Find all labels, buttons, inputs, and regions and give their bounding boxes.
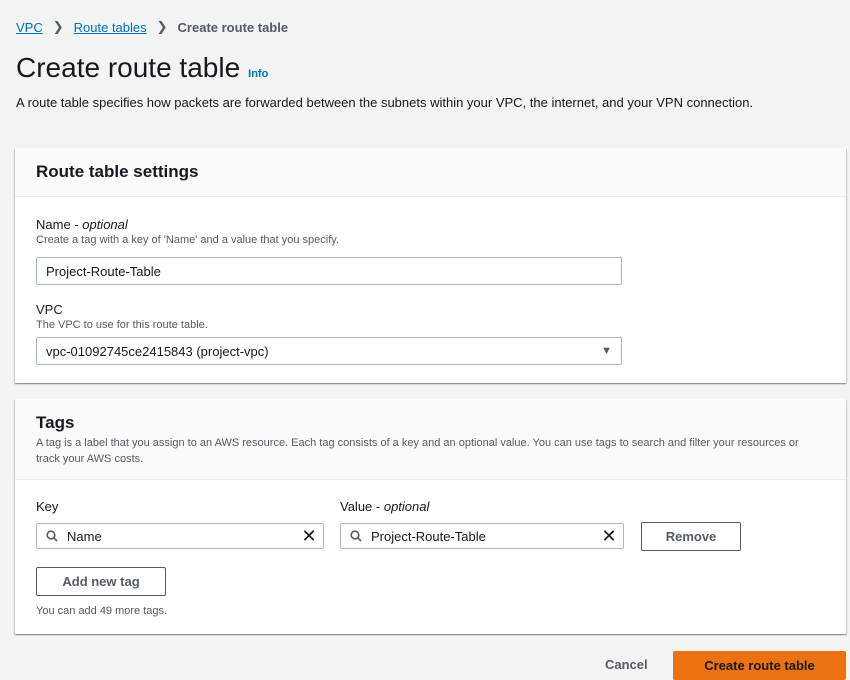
tags-remaining-text: You can add 49 more tags. <box>36 605 168 617</box>
tags-header: Tags A tag is a label that you assign to… <box>15 399 846 480</box>
chevron-right-icon: ❯ <box>52 19 64 34</box>
vpc-label: VPC <box>36 302 63 317</box>
page-title: Create route table <box>16 52 241 83</box>
name-field-group: Name - optional Create a tag with a key … <box>36 217 339 246</box>
vpc-description: The VPC to use for this route table. <box>36 319 208 331</box>
route-table-settings-panel: Route table settings Name - optional Cre… <box>15 148 846 383</box>
cancel-button[interactable]: Cancel <box>605 657 648 672</box>
vpc-field-group: VPC The VPC to use for this route table. <box>36 302 208 331</box>
name-label-text: Name - <box>36 217 83 232</box>
breadcrumb-route-tables-link[interactable]: Route tables <box>74 20 147 35</box>
info-link[interactable]: Info <box>248 68 268 80</box>
chevron-right-icon: ❯ <box>156 19 168 34</box>
name-optional-text: optional <box>82 217 128 232</box>
key-label: Key <box>36 499 59 514</box>
search-icon <box>37 530 67 542</box>
breadcrumb-vpc-link[interactable]: VPC <box>16 20 43 35</box>
page-description: A route table specifies how packets are … <box>16 95 754 110</box>
search-icon <box>341 530 371 542</box>
name-description: Create a tag with a key of 'Name' and a … <box>36 234 339 246</box>
tag-key-value: Name <box>67 528 102 544</box>
tag-value-value: Project-Route-Table <box>371 528 486 544</box>
name-input[interactable] <box>36 257 622 285</box>
clear-icon[interactable]: ✕ <box>595 527 623 545</box>
value-optional-text: optional <box>383 499 430 514</box>
vpc-select[interactable]: vpc-01092745ce2415843 (project-vpc) ▼ <box>36 337 622 365</box>
tags-title: Tags <box>36 413 75 432</box>
page-title-row: Create route table Info <box>16 52 268 84</box>
value-label-text: Value - <box>340 499 384 514</box>
tag-key-input[interactable]: Name ✕ <box>36 523 324 549</box>
remove-tag-button[interactable]: Remove <box>641 522 741 551</box>
breadcrumb: VPC ❯ Route tables ❯ Create route table <box>16 19 288 35</box>
add-new-tag-button[interactable]: Add new tag <box>36 567 166 596</box>
create-route-table-button[interactable]: Create route table <box>673 651 846 680</box>
settings-header: Route table settings <box>15 148 846 197</box>
name-label: Name - optional <box>36 217 339 232</box>
tag-value-input[interactable]: Project-Route-Table ✕ <box>340 523 624 549</box>
value-label: Value - optional <box>340 499 429 514</box>
clear-icon[interactable]: ✕ <box>295 527 323 545</box>
breadcrumb-current: Create route table <box>177 19 289 35</box>
tags-description: A tag is a label that you assign to an A… <box>36 437 799 465</box>
tags-panel: Tags A tag is a label that you assign to… <box>15 399 846 634</box>
caret-down-icon: ▼ <box>601 345 612 357</box>
vpc-select-value: vpc-01092745ce2415843 (project-vpc) <box>46 343 269 359</box>
